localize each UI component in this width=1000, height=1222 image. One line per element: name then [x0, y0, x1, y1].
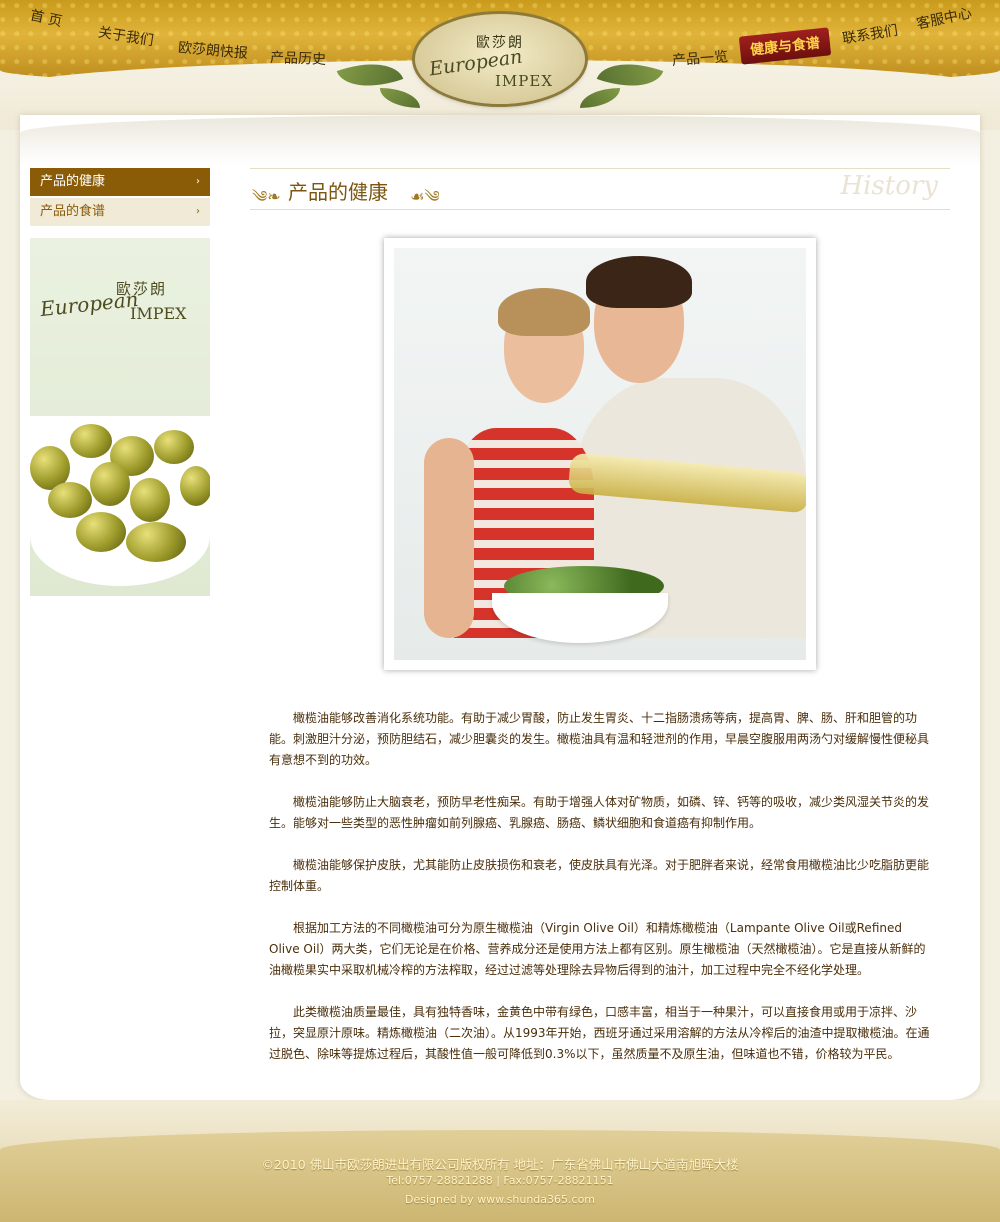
site-header: 首 页 关于我们 欧莎朗快报 产品历史 歐莎朗 European IMPEX 产… [0, 0, 1000, 130]
ornament-right-icon: ☙༄ [410, 187, 440, 206]
sidebar-item-health[interactable]: 产品的健康 › [30, 168, 210, 196]
card-top-shade [20, 115, 980, 165]
chevron-right-icon: › [196, 206, 200, 217]
photo-man-hair [586, 256, 692, 308]
footer-copyright: ©2010 佛山市欧莎朗进出有限公司版权所有 地址：广东省佛山市佛山大道南旭晖大… [261, 1157, 739, 1172]
olive [90, 462, 130, 506]
banner-logo-impex: IMPEX [130, 304, 187, 323]
olive [154, 430, 194, 464]
couple-olive-oil-photo [394, 248, 806, 660]
feature-photo-frame [384, 238, 816, 670]
photo-woman-hair [498, 288, 590, 336]
sidebar-item-recipes[interactable]: 产品的食谱 › [30, 198, 210, 226]
page-title: 产品的健康 [288, 180, 388, 204]
article-paragraph: 根据加工方法的不同橄榄油可分为原生橄榄油（Virgin Olive Oil）和精… [269, 921, 926, 977]
olive [48, 482, 92, 518]
page-title-watermark: History [840, 171, 938, 201]
photo-woman-arm [424, 438, 474, 638]
article-paragraph: 此类橄榄油质量最佳，具有独特香味，金黄色中带有绿色，口感丰富，相当于一种果汁，可… [269, 1005, 930, 1061]
olive [126, 522, 186, 562]
sidebar-banner: 歐莎朗 European IMPEX [30, 238, 210, 596]
sidebar-item-label: 产品的食谱 [40, 204, 106, 219]
article-paragraph: 橄榄油能够防止大脑衰老，预防早老性痴呆。有助于增强人体对矿物质，如磷、锌、钙等的… [269, 795, 930, 830]
nav-history[interactable]: 产品历史 [270, 47, 327, 69]
sidebar-item-label: 产品的健康 [40, 174, 106, 189]
site-logo[interactable]: 歐莎朗 European IMPEX [415, 14, 585, 104]
banner-logo-european: European [39, 286, 140, 322]
nav-products[interactable]: 产品一览 [671, 46, 729, 70]
olive [70, 424, 112, 458]
olive [76, 512, 126, 552]
footer-contact: Tel:0757-28821288 | Fax:0757-28821151 [386, 1174, 614, 1187]
ornament-left-icon: ༄❧ [252, 187, 281, 206]
chevron-right-icon: › [196, 176, 200, 187]
olive-bowl-image [30, 416, 210, 586]
footer-designer-link[interactable]: Designed by www.shunda365.com [0, 1193, 1000, 1206]
site-footer: ©2010 佛山市欧莎朗进出有限公司版权所有 地址：广东省佛山市佛山大道南旭晖大… [0, 1100, 1000, 1222]
page-title-bar: ༄❧ 产品的健康 ☙༄ History [250, 168, 950, 210]
olive [180, 466, 210, 506]
article-paragraph: 橄榄油能够改善消化系统功能。有助于减少胃酸，防止发生胃炎、十二指肠溃疡等病，提高… [269, 711, 930, 767]
article-paragraph: 橄榄油能够保护皮肤，尤其能防止皮肤损伤和衰老，使皮肤具有光泽。对于肥胖者来说，经… [269, 858, 930, 893]
olive [130, 478, 170, 522]
logo-impex: IMPEX [495, 72, 554, 90]
